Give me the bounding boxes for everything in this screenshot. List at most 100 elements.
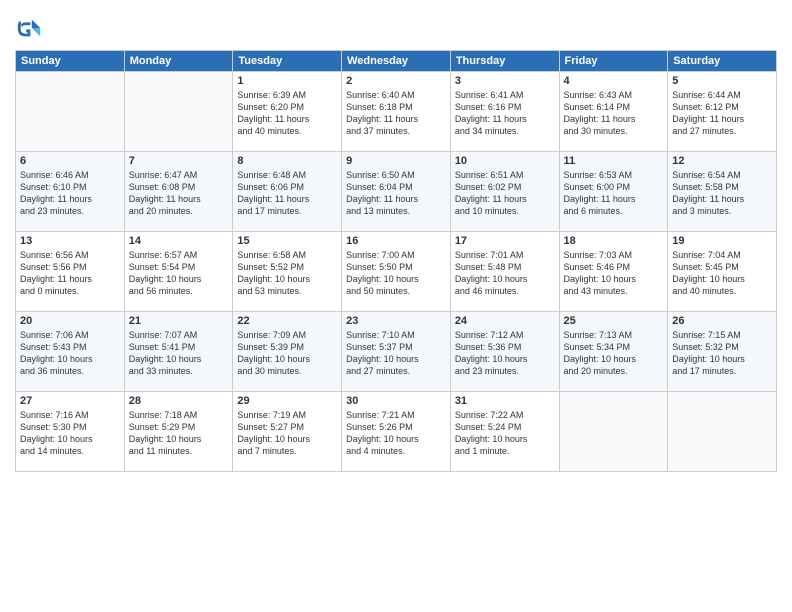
cell-content: Sunrise: 6:39 AM Sunset: 6:20 PM Dayligh… <box>237 89 337 138</box>
calendar-cell: 14 Sunrise: 6:57 AM Sunset: 5:54 PM Dayli… <box>124 232 233 312</box>
calendar-week-5: 27Sunrise: 7:16 AM Sunset: 5:30 PM Dayli… <box>16 392 777 472</box>
cell-content: Sunrise: 6:44 AM Sunset: 6:12 PM Dayligh… <box>672 89 772 138</box>
calendar-cell: 11 Sunrise: 6:53 AM Sunset: 6:00 PM Dayli… <box>559 152 668 232</box>
calendar-week-3: 13 Sunrise: 6:56 AM Sunset: 5:56 PM Dayli… <box>16 232 777 312</box>
day-number: 29 <box>237 395 337 407</box>
day-number: 15 <box>237 235 337 247</box>
calendar-cell: 21Sunrise: 7:07 AM Sunset: 5:41 PM Dayli… <box>124 312 233 392</box>
calendar-cell: 5Sunrise: 6:44 AM Sunset: 6:12 PM Daylig… <box>668 72 777 152</box>
cell-content: Sunrise: 7:03 AM Sunset: 5:46 PM Dayligh… <box>564 249 664 298</box>
logo <box>15 14 46 42</box>
cell-content: Sunrise: 6:56 AM Sunset: 5:56 PM Dayligh… <box>20 249 120 298</box>
calendar-cell: 30 Sunrise: 7:21 AM Sunset: 5:26 PM Dayli… <box>342 392 451 472</box>
calendar-cell: 12 Sunrise: 6:54 AM Sunset: 5:58 PM Dayli… <box>668 152 777 232</box>
calendar-cell: 2Sunrise: 6:40 AM Sunset: 6:18 PM Daylig… <box>342 72 451 152</box>
cell-content: Sunrise: 6:50 AM Sunset: 6:04 PM Dayligh… <box>346 169 446 218</box>
calendar-cell <box>559 392 668 472</box>
day-number: 14 <box>129 235 229 247</box>
day-number: 4 <box>564 75 664 87</box>
day-header-tuesday: Tuesday <box>233 51 342 72</box>
calendar-cell: 15 Sunrise: 6:58 AM Sunset: 5:52 PM Dayli… <box>233 232 342 312</box>
cell-content: Sunrise: 6:46 AM Sunset: 6:10 PM Dayligh… <box>20 169 120 218</box>
cell-content: Sunrise: 6:41 AM Sunset: 6:16 PM Dayligh… <box>455 89 555 138</box>
cell-content: Sunrise: 7:21 AM Sunset: 5:26 PM Dayligh… <box>346 409 446 458</box>
cell-content: Sunrise: 7:09 AM Sunset: 5:39 PM Dayligh… <box>237 329 337 378</box>
cell-content: Sunrise: 6:43 AM Sunset: 6:14 PM Dayligh… <box>564 89 664 138</box>
cell-content: Sunrise: 6:58 AM Sunset: 5:52 PM Dayligh… <box>237 249 337 298</box>
calendar-cell: 9 Sunrise: 6:50 AM Sunset: 6:04 PM Daylig… <box>342 152 451 232</box>
cell-content: Sunrise: 7:19 AM Sunset: 5:27 PM Dayligh… <box>237 409 337 458</box>
header-row: SundayMondayTuesdayWednesdayThursdayFrid… <box>16 51 777 72</box>
day-number: 8 <box>237 155 337 167</box>
calendar-cell: 10 Sunrise: 6:51 AM Sunset: 6:02 PM Dayli… <box>450 152 559 232</box>
calendar-cell: 20 Sunrise: 7:06 AM Sunset: 5:43 PM Dayli… <box>16 312 125 392</box>
calendar-cell: 29 Sunrise: 7:19 AM Sunset: 5:27 PM Dayli… <box>233 392 342 472</box>
day-number: 22 <box>237 315 337 327</box>
cell-content: Sunrise: 7:16 AM Sunset: 5:30 PM Dayligh… <box>20 409 120 458</box>
calendar-cell: 4 Sunrise: 6:43 AM Sunset: 6:14 PM Daylig… <box>559 72 668 152</box>
cell-content: Sunrise: 6:54 AM Sunset: 5:58 PM Dayligh… <box>672 169 772 218</box>
day-number: 7 <box>129 155 229 167</box>
day-number: 21 <box>129 315 229 327</box>
day-number: 11 <box>564 155 664 167</box>
calendar-cell: 13 Sunrise: 6:56 AM Sunset: 5:56 PM Dayli… <box>16 232 125 312</box>
day-header-wednesday: Wednesday <box>342 51 451 72</box>
day-number: 10 <box>455 155 555 167</box>
calendar-cell: 1 Sunrise: 6:39 AM Sunset: 6:20 PM Daylig… <box>233 72 342 152</box>
cell-content: Sunrise: 7:15 AM Sunset: 5:32 PM Dayligh… <box>672 329 772 378</box>
day-number: 31 <box>455 395 555 407</box>
cell-content: Sunrise: 6:53 AM Sunset: 6:00 PM Dayligh… <box>564 169 664 218</box>
calendar-cell: 27Sunrise: 7:16 AM Sunset: 5:30 PM Dayli… <box>16 392 125 472</box>
calendar-cell: 16Sunrise: 7:00 AM Sunset: 5:50 PM Dayli… <box>342 232 451 312</box>
day-number: 13 <box>20 235 120 247</box>
day-number: 12 <box>672 155 772 167</box>
cell-content: Sunrise: 7:04 AM Sunset: 5:45 PM Dayligh… <box>672 249 772 298</box>
day-number: 26 <box>672 315 772 327</box>
day-number: 6 <box>20 155 120 167</box>
calendar-cell <box>668 392 777 472</box>
day-number: 1 <box>237 75 337 87</box>
calendar-cell: 3 Sunrise: 6:41 AM Sunset: 6:16 PM Daylig… <box>450 72 559 152</box>
logo-icon <box>15 14 43 42</box>
day-number: 16 <box>346 235 446 247</box>
calendar-cell: 23 Sunrise: 7:10 AM Sunset: 5:37 PM Dayli… <box>342 312 451 392</box>
day-header-thursday: Thursday <box>450 51 559 72</box>
cell-content: Sunrise: 6:48 AM Sunset: 6:06 PM Dayligh… <box>237 169 337 218</box>
cell-content: Sunrise: 7:06 AM Sunset: 5:43 PM Dayligh… <box>20 329 120 378</box>
day-number: 30 <box>346 395 446 407</box>
calendar-cell: 25 Sunrise: 7:13 AM Sunset: 5:34 PM Dayli… <box>559 312 668 392</box>
cell-content: Sunrise: 7:22 AM Sunset: 5:24 PM Dayligh… <box>455 409 555 458</box>
calendar-cell: 8 Sunrise: 6:48 AM Sunset: 6:06 PM Daylig… <box>233 152 342 232</box>
calendar-table: SundayMondayTuesdayWednesdayThursdayFrid… <box>15 50 777 472</box>
cell-content: Sunrise: 7:01 AM Sunset: 5:48 PM Dayligh… <box>455 249 555 298</box>
cell-content: Sunrise: 6:57 AM Sunset: 5:54 PM Dayligh… <box>129 249 229 298</box>
cell-content: Sunrise: 7:10 AM Sunset: 5:37 PM Dayligh… <box>346 329 446 378</box>
calendar-cell: 19 Sunrise: 7:04 AM Sunset: 5:45 PM Dayli… <box>668 232 777 312</box>
calendar-week-4: 20 Sunrise: 7:06 AM Sunset: 5:43 PM Dayli… <box>16 312 777 392</box>
day-number: 23 <box>346 315 446 327</box>
day-number: 19 <box>672 235 772 247</box>
calendar-cell: 18Sunrise: 7:03 AM Sunset: 5:46 PM Dayli… <box>559 232 668 312</box>
page: SundayMondayTuesdayWednesdayThursdayFrid… <box>0 0 792 612</box>
day-number: 17 <box>455 235 555 247</box>
calendar-cell <box>16 72 125 152</box>
calendar-cell <box>124 72 233 152</box>
calendar-cell: 7Sunrise: 6:47 AM Sunset: 6:08 PM Daylig… <box>124 152 233 232</box>
calendar-week-1: 1 Sunrise: 6:39 AM Sunset: 6:20 PM Daylig… <box>16 72 777 152</box>
day-number: 9 <box>346 155 446 167</box>
day-number: 25 <box>564 315 664 327</box>
day-header-friday: Friday <box>559 51 668 72</box>
day-number: 2 <box>346 75 446 87</box>
calendar-week-2: 6 Sunrise: 6:46 AM Sunset: 6:10 PM Daylig… <box>16 152 777 232</box>
calendar-cell: 6 Sunrise: 6:46 AM Sunset: 6:10 PM Daylig… <box>16 152 125 232</box>
cell-content: Sunrise: 6:51 AM Sunset: 6:02 PM Dayligh… <box>455 169 555 218</box>
calendar-cell: 17 Sunrise: 7:01 AM Sunset: 5:48 PM Dayli… <box>450 232 559 312</box>
cell-content: Sunrise: 7:13 AM Sunset: 5:34 PM Dayligh… <box>564 329 664 378</box>
day-number: 3 <box>455 75 555 87</box>
header <box>15 10 777 42</box>
day-number: 20 <box>20 315 120 327</box>
calendar-cell: 24Sunrise: 7:12 AM Sunset: 5:36 PM Dayli… <box>450 312 559 392</box>
day-number: 28 <box>129 395 229 407</box>
calendar-cell: 31 Sunrise: 7:22 AM Sunset: 5:24 PM Dayli… <box>450 392 559 472</box>
calendar-cell: 26 Sunrise: 7:15 AM Sunset: 5:32 PM Dayli… <box>668 312 777 392</box>
